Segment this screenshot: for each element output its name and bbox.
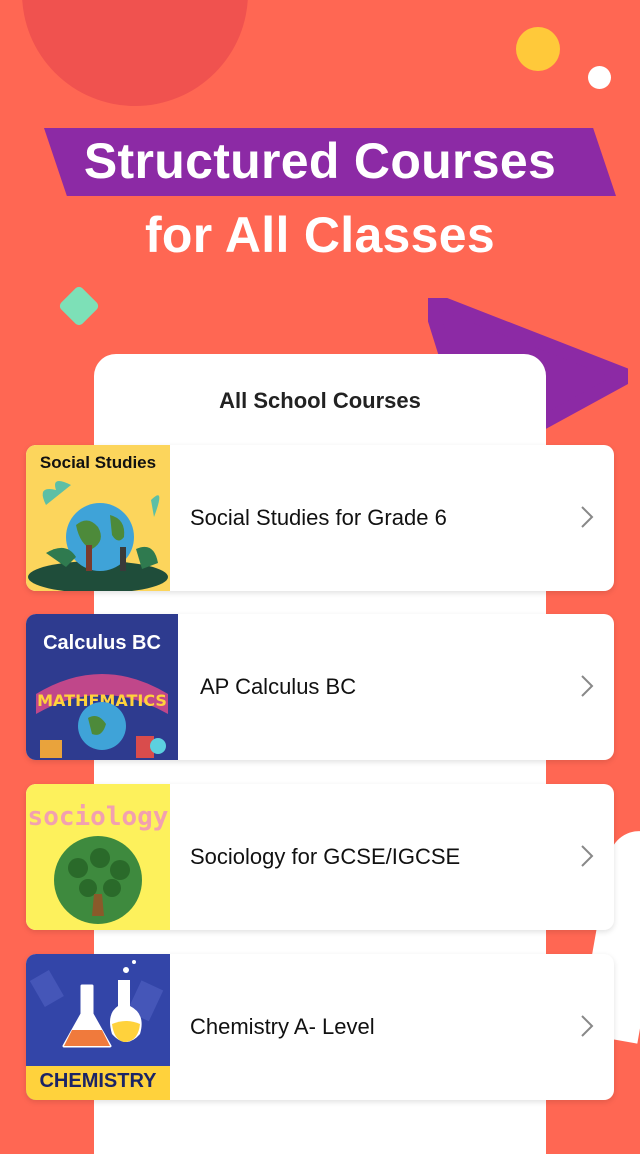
chevron-right-icon (581, 675, 594, 697)
course-title: Sociology for GCSE/IGCSE (190, 844, 461, 869)
course-thumbnail-social-studies: Social Studies (26, 445, 170, 591)
decor-diamond (57, 284, 101, 328)
decor-circle-white (588, 66, 611, 89)
course-card-chemistry[interactable]: CHEMISTRY Chemistry A- Level (26, 954, 614, 1100)
course-card-social-studies[interactable]: Social Studies Social Studies for Grade … (26, 445, 614, 591)
globe-icon: MATHEMATICS (36, 674, 168, 758)
headline-line-1: Structured Courses (83, 133, 557, 189)
course-title: Chemistry A- Level (190, 1014, 375, 1039)
course-card-calculus[interactable]: Calculus BC MATHEMATICS AP Calculus BC (26, 614, 614, 760)
decor-circle-yellow (516, 27, 560, 71)
thumb-title: CHEMISTRY (39, 1070, 157, 1092)
course-title: Social Studies for Grade 6 (190, 505, 447, 530)
course-thumbnail-chemistry: CHEMISTRY (26, 954, 170, 1100)
sheet-title: All School Courses (219, 388, 421, 413)
decor-circle-large (22, 0, 248, 106)
chevron-right-icon (581, 845, 594, 867)
chevron-right-icon (581, 1015, 594, 1037)
globe-icon (28, 481, 168, 591)
tree-icon (54, 836, 142, 924)
headline-line-2: for All Classes (144, 207, 495, 263)
course-thumbnail-calculus: Calculus BC MATHEMATICS (26, 614, 178, 760)
course-card-sociology[interactable]: sociology Sociology for GCSE/IGCSE (26, 784, 614, 930)
course-title: AP Calculus BC (200, 674, 357, 699)
course-thumbnail-sociology: sociology (26, 784, 170, 930)
chevron-right-icon (581, 506, 594, 528)
